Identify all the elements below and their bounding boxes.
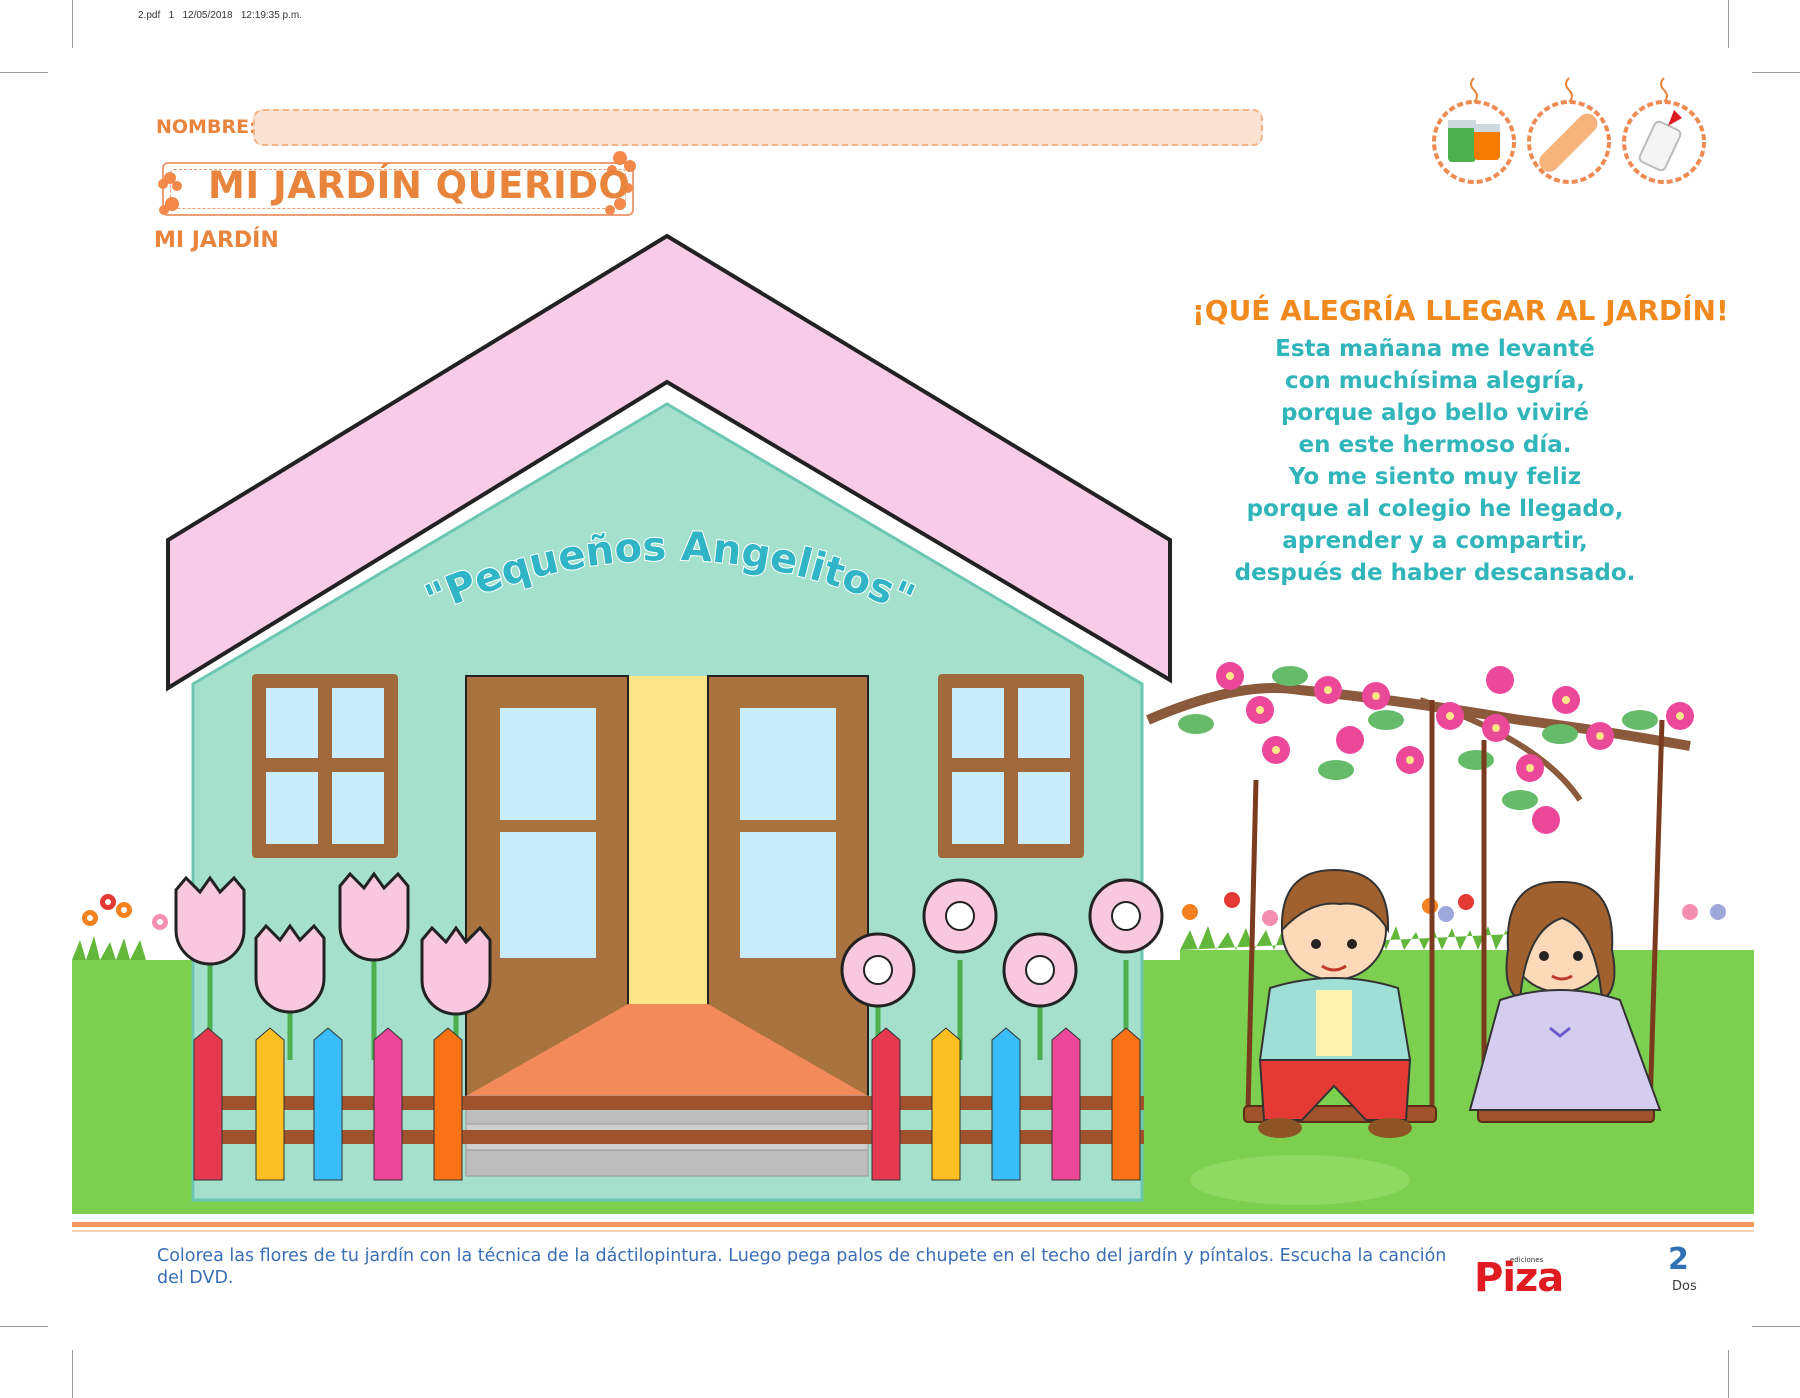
crop-mark [1752, 1326, 1800, 1327]
house-window-right [938, 674, 1084, 858]
crop-mark [72, 1350, 73, 1398]
footer-divider-light [72, 1230, 1754, 1232]
crop-mark [1728, 1350, 1729, 1398]
instructions-text: Colorea las flores de tu jardín con la t… [157, 1246, 1447, 1288]
publisher-logo: Piza [1474, 1255, 1564, 1301]
footer-divider [72, 1222, 1754, 1227]
flowering-branch [1146, 662, 1694, 834]
garden-illustration: "Pequeños Angelitos" [72, 233, 1754, 1214]
house-window-left [252, 674, 398, 858]
crop-mark [0, 1326, 48, 1327]
page-number: 2 [1668, 1242, 1689, 1277]
page-number-word: Dos [1672, 1279, 1697, 1294]
